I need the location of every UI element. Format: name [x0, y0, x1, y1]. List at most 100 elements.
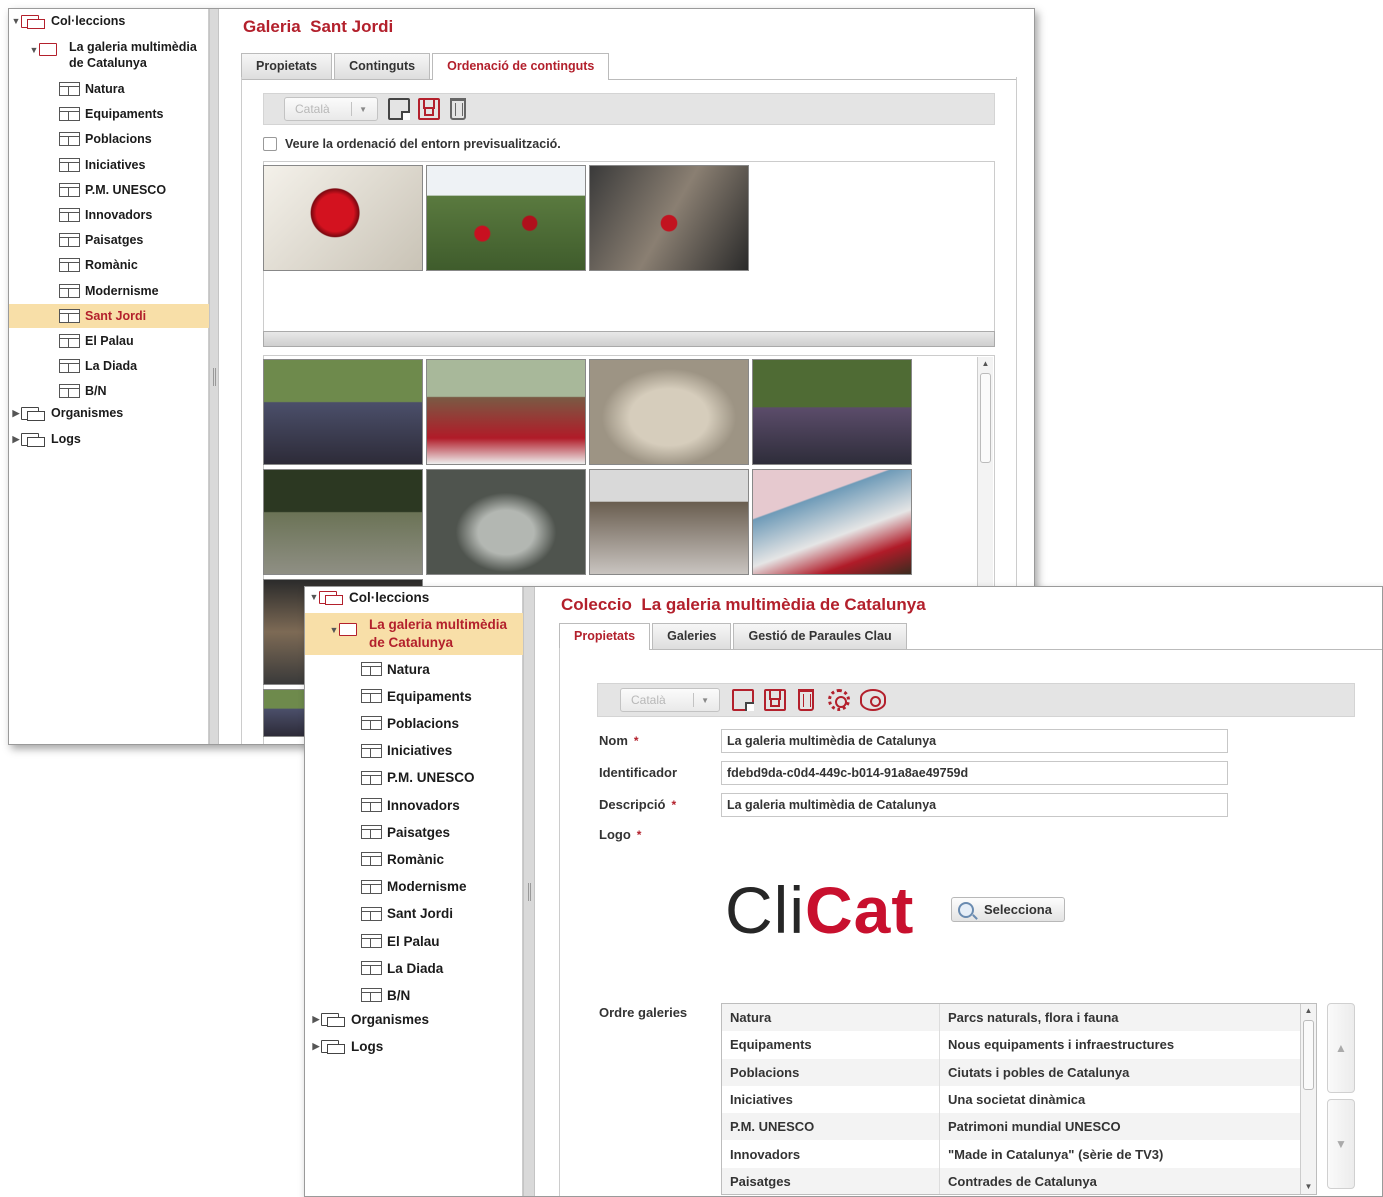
tree-node-gallery[interactable]: P.M. UNESCO: [361, 766, 475, 790]
tree-node-gallery[interactable]: Paisatges: [361, 820, 450, 844]
page-title: Galeria Sant Jordi: [243, 17, 394, 36]
tab-continguts[interactable]: Continguts: [334, 53, 431, 79]
pool-photo[interactable]: [589, 469, 749, 575]
tree-node-gallery[interactable]: Innovadors: [9, 203, 209, 227]
table-row[interactable]: P.M. UNESCO Patrimoni mundial UNESCO: [722, 1113, 1300, 1141]
tree-label: Poblacions: [85, 132, 152, 147]
tree-node-gallery[interactable]: Innovadors: [361, 793, 460, 817]
table-scrollbar[interactable]: ▲ ▼: [1300, 1004, 1316, 1194]
tab-paraules-clau[interactable]: Gestió de Paraules Clau: [733, 623, 907, 649]
preview-order-option[interactable]: Veure la ordenació del entorn previsuali…: [263, 137, 561, 151]
tree-node-logs[interactable]: ▶ Logs: [11, 431, 81, 447]
descripcio-input[interactable]: La galeria multimèdia de Catalunya: [721, 793, 1228, 817]
tree-node-gallery[interactable]: El Palau: [361, 929, 440, 953]
scroll-thumb[interactable]: [1303, 1020, 1314, 1090]
tree-node-collection[interactable]: ▼ La galeria multimèdia de Catalunya: [305, 613, 523, 655]
pool-photo[interactable]: [752, 359, 912, 465]
tab-galeries[interactable]: Galeries: [652, 623, 732, 649]
select-logo-button[interactable]: Selecciona: [951, 897, 1065, 922]
tree-label: Organismes: [351, 1011, 430, 1027]
table-row[interactable]: Natura Parcs naturals, flora i fauna: [722, 1004, 1300, 1032]
tree-node-gallery[interactable]: Romànic: [361, 847, 444, 871]
tree-node-gallery[interactable]: Iniciatives: [361, 739, 452, 763]
language-select[interactable]: Català ▼: [620, 688, 720, 712]
preview-checkbox[interactable]: [263, 137, 277, 151]
scroll-down-icon[interactable]: ▼: [1301, 1180, 1316, 1194]
tab-propietats[interactable]: Propietats: [241, 53, 333, 79]
pool-photo[interactable]: [752, 469, 912, 575]
tree-node-gallery[interactable]: Romànic: [9, 253, 209, 277]
settings-icon[interactable]: [828, 689, 850, 711]
table-row[interactable]: Innovadors "Made in Catalunya" (sèrie de …: [722, 1140, 1300, 1168]
move-up-button[interactable]: ▲: [1327, 1003, 1355, 1093]
pool-photo[interactable]: [426, 359, 586, 465]
tree-node-collections[interactable]: ▼ Col·leccions: [11, 13, 125, 29]
gallery-icon: [361, 770, 382, 785]
tab-propietats[interactable]: Propietats: [559, 623, 651, 650]
drop-bar[interactable]: [263, 331, 995, 347]
expand-icon[interactable]: ▼: [29, 45, 39, 55]
tree-node-gallery[interactable]: Sant Jordi: [361, 902, 453, 926]
collapse-icon[interactable]: ▶: [11, 408, 21, 419]
expand-icon[interactable]: ▼: [309, 592, 319, 602]
tree-node-gallery[interactable]: P.M. UNESCO: [9, 178, 209, 202]
gallery-icon: [361, 689, 382, 704]
tree-node-gallery[interactable]: Iniciatives: [9, 153, 209, 177]
tree-node-gallery[interactable]: B/N: [361, 983, 410, 1007]
pool-photo[interactable]: [263, 469, 423, 575]
save-icon[interactable]: [418, 98, 440, 120]
tree-node-gallery[interactable]: Modernisme: [361, 875, 467, 899]
delete-icon[interactable]: [450, 98, 466, 120]
ordered-photo[interactable]: [263, 165, 423, 271]
language-select[interactable]: Català ▼: [284, 97, 378, 121]
tree-node-gallery[interactable]: Equipaments: [361, 684, 472, 708]
tree-node-organismes[interactable]: ▶ Organismes: [311, 1011, 429, 1027]
tree-node-gallery[interactable]: La Diada: [361, 956, 443, 980]
pool-photo[interactable]: [426, 469, 586, 575]
table-row[interactable]: Iniciatives Una societat dinàmica: [722, 1085, 1300, 1114]
gallery-icon: [361, 852, 382, 867]
tree-node-collection[interactable]: ▼ La galeria multimèdia de Catalunya: [29, 39, 209, 71]
splitter[interactable]: [523, 587, 535, 1196]
scroll-up-icon[interactable]: ▲: [978, 357, 993, 371]
tree-node-gallery[interactable]: Sant Jordi: [9, 303, 209, 328]
preview-icon[interactable]: [860, 689, 886, 711]
expand-icon[interactable]: ▼: [11, 16, 21, 26]
table-row[interactable]: Poblacions Ciutats i pobles de Catalunya: [722, 1058, 1300, 1086]
tree-node-logs[interactable]: ▶ Logs: [311, 1038, 383, 1054]
pool-photo[interactable]: [589, 359, 749, 465]
move-down-button[interactable]: ▼: [1327, 1099, 1355, 1189]
delete-icon[interactable]: [798, 689, 814, 711]
tab-ordenacio[interactable]: Ordenació de continguts: [432, 53, 610, 80]
expand-icon[interactable]: ▼: [329, 625, 339, 635]
tree-node-gallery[interactable]: Paisatges: [9, 228, 209, 252]
table-row[interactable]: Paisatges Contrades de Catalunya: [722, 1167, 1300, 1194]
tree-node-gallery[interactable]: Poblacions: [361, 711, 459, 735]
tree-node-gallery[interactable]: B/N: [9, 379, 209, 403]
new-icon[interactable]: [388, 98, 410, 120]
tree-node-gallery[interactable]: La Diada: [9, 354, 209, 378]
splitter[interactable]: [209, 9, 219, 744]
table-row[interactable]: Equipaments Nous equipaments i infraestru…: [722, 1031, 1300, 1059]
collapse-icon[interactable]: ▶: [311, 1014, 321, 1025]
identificador-input[interactable]: fdebd9da-c0d4-449c-b014-91a8ae49759d: [721, 761, 1228, 785]
tree-node-collections[interactable]: ▼ Col·leccions: [309, 589, 429, 605]
tree-node-gallery[interactable]: Equipaments: [9, 102, 209, 126]
ordered-photo[interactable]: [426, 165, 586, 271]
nom-input[interactable]: La galeria multimèdia de Catalunya: [721, 729, 1228, 753]
collapse-icon[interactable]: ▶: [311, 1041, 321, 1052]
ordered-photo[interactable]: [589, 165, 749, 271]
save-icon[interactable]: [764, 689, 786, 711]
tree-node-gallery[interactable]: Poblacions: [9, 127, 209, 151]
tree-node-gallery[interactable]: Natura: [9, 77, 209, 101]
collapse-icon[interactable]: ▶: [11, 434, 21, 445]
gallery-name-cell: Equipaments: [722, 1031, 940, 1059]
tree-node-gallery[interactable]: Natura: [361, 657, 430, 681]
tree-node-organismes[interactable]: ▶ Organismes: [11, 405, 123, 421]
tree-node-gallery[interactable]: El Palau: [9, 329, 209, 353]
tree-node-gallery[interactable]: Modernisme: [9, 279, 209, 303]
scroll-up-icon[interactable]: ▲: [1301, 1004, 1316, 1018]
pool-photo[interactable]: [263, 359, 423, 465]
new-icon[interactable]: [732, 689, 754, 711]
scroll-thumb[interactable]: [980, 373, 991, 463]
